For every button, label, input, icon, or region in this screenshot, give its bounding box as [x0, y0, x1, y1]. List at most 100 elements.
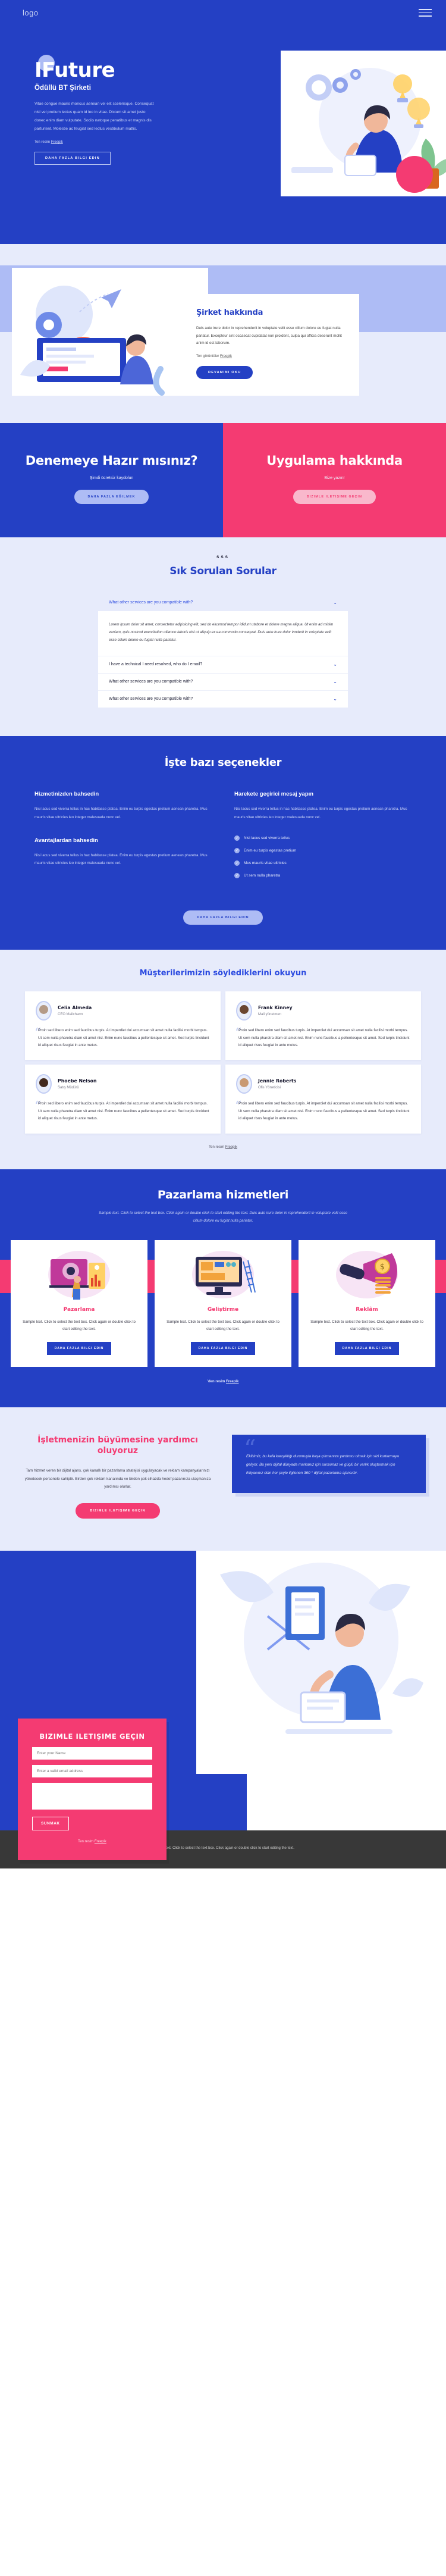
menu-line — [419, 9, 432, 10]
hero-cta-button[interactable]: DAHA FAZLA BILGI EDIN — [34, 152, 111, 165]
options-block2-title: Avantajlardan bahsedin — [34, 837, 98, 844]
credit-prefix: Ten görüntüler — [196, 354, 221, 358]
testimonial-identity: Frank Kinney Mali yönetmen — [258, 1005, 293, 1016]
testimonial-header: Celia Almeda CEO Mailcharm — [36, 1001, 210, 1021]
testimonial-header: Frank Kinney Mali yönetmen — [236, 1001, 410, 1021]
credit-link[interactable]: Freepik — [51, 140, 63, 144]
marketing-illustration-svg: $ — [336, 1251, 398, 1299]
testimonial-body: “ Proin sed libero enim sed faucibus tur… — [34, 1100, 210, 1122]
marketing-card-title: Pazarlama — [63, 1307, 95, 1313]
about-illustration — [12, 268, 208, 396]
split-left-title: Denemeye Hazır mısınız? — [25, 453, 198, 468]
testimonial-role: CEO Mailcharm — [58, 1013, 83, 1017]
credit-link[interactable]: Freepik — [220, 355, 232, 358]
contact-form: BIZIMLE ILETIŞIME GEÇIN SUNMAK Ten resim… — [18, 1718, 167, 1860]
hero-image-credit: Ten resim Freepik — [34, 140, 202, 144]
about-read-more-button[interactable]: DEVAMINI OKU — [196, 365, 253, 379]
landing-page: logo IFuture Ödüllü BT Şirketi Vitae con… — [0, 0, 446, 1868]
marketing-card: Pazarlama Sample text. Click to select t… — [11, 1240, 147, 1367]
faq-question-label: I have a technical I need resolved, who … — [109, 662, 203, 667]
split-left-subtitle: Şimdi ücretsiz kaydolun — [89, 475, 134, 480]
growth-contact-button[interactable]: BIZIMLE ILETIŞIME GEÇIN — [76, 1503, 160, 1519]
marketing-card-button[interactable]: DAHA FAZLA BILGI EDIN — [46, 1341, 112, 1355]
menu-line — [419, 15, 432, 17]
growth-quote-box: “ Ekibimiz, bu kafa karışıklığı durumuyl… — [232, 1434, 426, 1494]
testimonial-card: Jennie Roberts Ofis Yöneticisi “ Proin s… — [225, 1065, 421, 1134]
testimonial-body: “ Proin sed libero enim sed faucibus tur… — [34, 1027, 210, 1049]
avatar-face — [240, 1078, 249, 1088]
marketing-card-title: Reklâm — [356, 1307, 378, 1313]
testimonial-text: Proin sed libero enim sed faucibus turpi… — [38, 1028, 209, 1047]
site-logo[interactable]: logo — [23, 8, 39, 17]
testimonial-name: Phoebe Nelson — [58, 1078, 97, 1084]
faq-question-0[interactable]: What other services are you compatible w… — [98, 594, 348, 611]
hero-subtitle: Ödüllü BT Şirketi — [34, 84, 91, 92]
chevron-down-icon: ⌄ — [333, 696, 337, 702]
testimonial-name: Frank Kinney — [258, 1005, 293, 1011]
faq-question-label: What other services are you compatible w… — [109, 697, 193, 702]
options-title: İşte bazı seçenekler — [164, 756, 282, 769]
contact-image-credit: Ten resim Freepik — [32, 1840, 152, 1843]
hero-content: IFuture Ödüllü BT Şirketi Vitae congue m… — [0, 17, 446, 196]
testimonial-role: Ofis Yöneticisi — [258, 1086, 281, 1090]
options-block2-text: Nisi lacus sed viverra tellus in hac hab… — [34, 853, 208, 866]
message-textarea[interactable] — [32, 1782, 152, 1810]
about-section: Şirket hakkında Duis aute irure dolor in… — [0, 244, 446, 423]
testimonial-identity: Celia Almeda CEO Mailcharm — [58, 1005, 92, 1016]
faq-accordion: What other services are you compatible w… — [98, 594, 348, 708]
options-block3-title: Harekete geçirici mesaj yapın — [234, 790, 314, 797]
about-card: Şirket hakkında Duis aute irure dolor in… — [181, 294, 359, 396]
marketing-card-title: Geliştirme — [207, 1307, 239, 1313]
checklist-item: ✓ Enim eu turpis egestas pretium — [234, 847, 412, 853]
check-icon: ✓ — [234, 847, 240, 853]
testimonial-body: “ Proin sed libero enim sed faucibus tur… — [235, 1100, 410, 1122]
about-illustration-svg — [12, 268, 208, 396]
marketing-card-button[interactable]: DAHA FAZLA BILGI EDIN — [334, 1341, 400, 1355]
hero-paragraph: Vitae congue mauris rhoncus aenean vel e… — [34, 102, 154, 131]
split-left-panel: Denemeye Hazır mısınız? Şimdi ücretsiz k… — [0, 423, 223, 537]
chevron-down-icon: ⌄ — [333, 661, 337, 667]
faq-question-label: What other services are you compatible w… — [109, 600, 193, 605]
submit-button[interactable]: SUNMAK — [32, 1816, 69, 1830]
credit-link[interactable]: Freepik — [225, 1145, 237, 1149]
marketing-card-illustration: $ — [307, 1250, 427, 1301]
marketing-cards: Pazarlama Sample text. Click to select t… — [0, 1225, 446, 1367]
check-icon: ✓ — [234, 835, 240, 841]
marketing-illustration-svg — [48, 1251, 110, 1300]
contact-illustration — [196, 1550, 446, 1774]
checklist-label: Mus mauris vitae ultricies — [244, 860, 287, 865]
split-right-button[interactable]: BIZIMLE ILETIŞIME GEÇIN — [293, 489, 376, 504]
checklist-label: Enim eu turpis egestas pretium — [244, 848, 297, 853]
hamburger-menu-icon[interactable] — [419, 9, 432, 17]
chevron-down-icon: ⌄ — [333, 599, 337, 605]
faq-title: Sık Sorulan Sorular — [169, 565, 277, 577]
email-input[interactable] — [32, 1764, 152, 1777]
options-cta-button[interactable]: DAHA FAZLA BILGI EDIN — [183, 910, 263, 925]
split-right-subtitle: Bize yazın! — [324, 475, 345, 480]
split-left-button[interactable]: DAHA FAZLA EĞILMEK — [74, 489, 149, 504]
testimonials-title: Müşterilerimizin söylediklerini okuyun — [139, 968, 307, 978]
credit-prefix: Ten resim — [209, 1145, 225, 1149]
faq-question-1[interactable]: I have a technical I need resolved, who … — [98, 655, 348, 673]
credit-link[interactable]: Freepik — [95, 1840, 106, 1843]
marketing-title: Pazarlama hizmetleri — [157, 1188, 289, 1201]
decorative-pink-circle — [396, 156, 433, 193]
checklist-item: ✓ Ut sem nulla pharetra — [234, 872, 412, 878]
options-right-column: Harekete geçirici mesaj yapın Nisi lacus… — [234, 790, 412, 885]
testimonial-card: Frank Kinney Mali yönetmen “ Proin sed l… — [225, 991, 421, 1060]
credit-link[interactable]: Freepik — [226, 1380, 238, 1384]
options-section: İşte bazı seçenekler Hizmetinizden bahse… — [0, 735, 446, 950]
marketing-card-button[interactable]: DAHA FAZLA BILGI EDIN — [190, 1341, 256, 1355]
hero-text-column: IFuture Ödüllü BT Şirketi Vitae congue m… — [0, 17, 202, 165]
testimonial-text: Proin sed libero enim sed faucibus turpi… — [238, 1101, 410, 1121]
hero-title: IFuture — [34, 58, 115, 82]
contact-form-title: BIZIMLE ILETIŞIME GEÇIN — [39, 1732, 145, 1741]
marketing-card-illustration — [19, 1250, 139, 1301]
faq-question-3[interactable]: What other services are you compatible w… — [98, 690, 348, 708]
marketing-subtitle: Sample text. Click to select the text bo… — [99, 1210, 347, 1223]
avatar — [236, 1074, 252, 1094]
chevron-down-icon: ⌄ — [333, 678, 337, 684]
name-input[interactable] — [32, 1746, 152, 1760]
faq-question-2[interactable]: What other services are you compatible w… — [98, 672, 348, 690]
